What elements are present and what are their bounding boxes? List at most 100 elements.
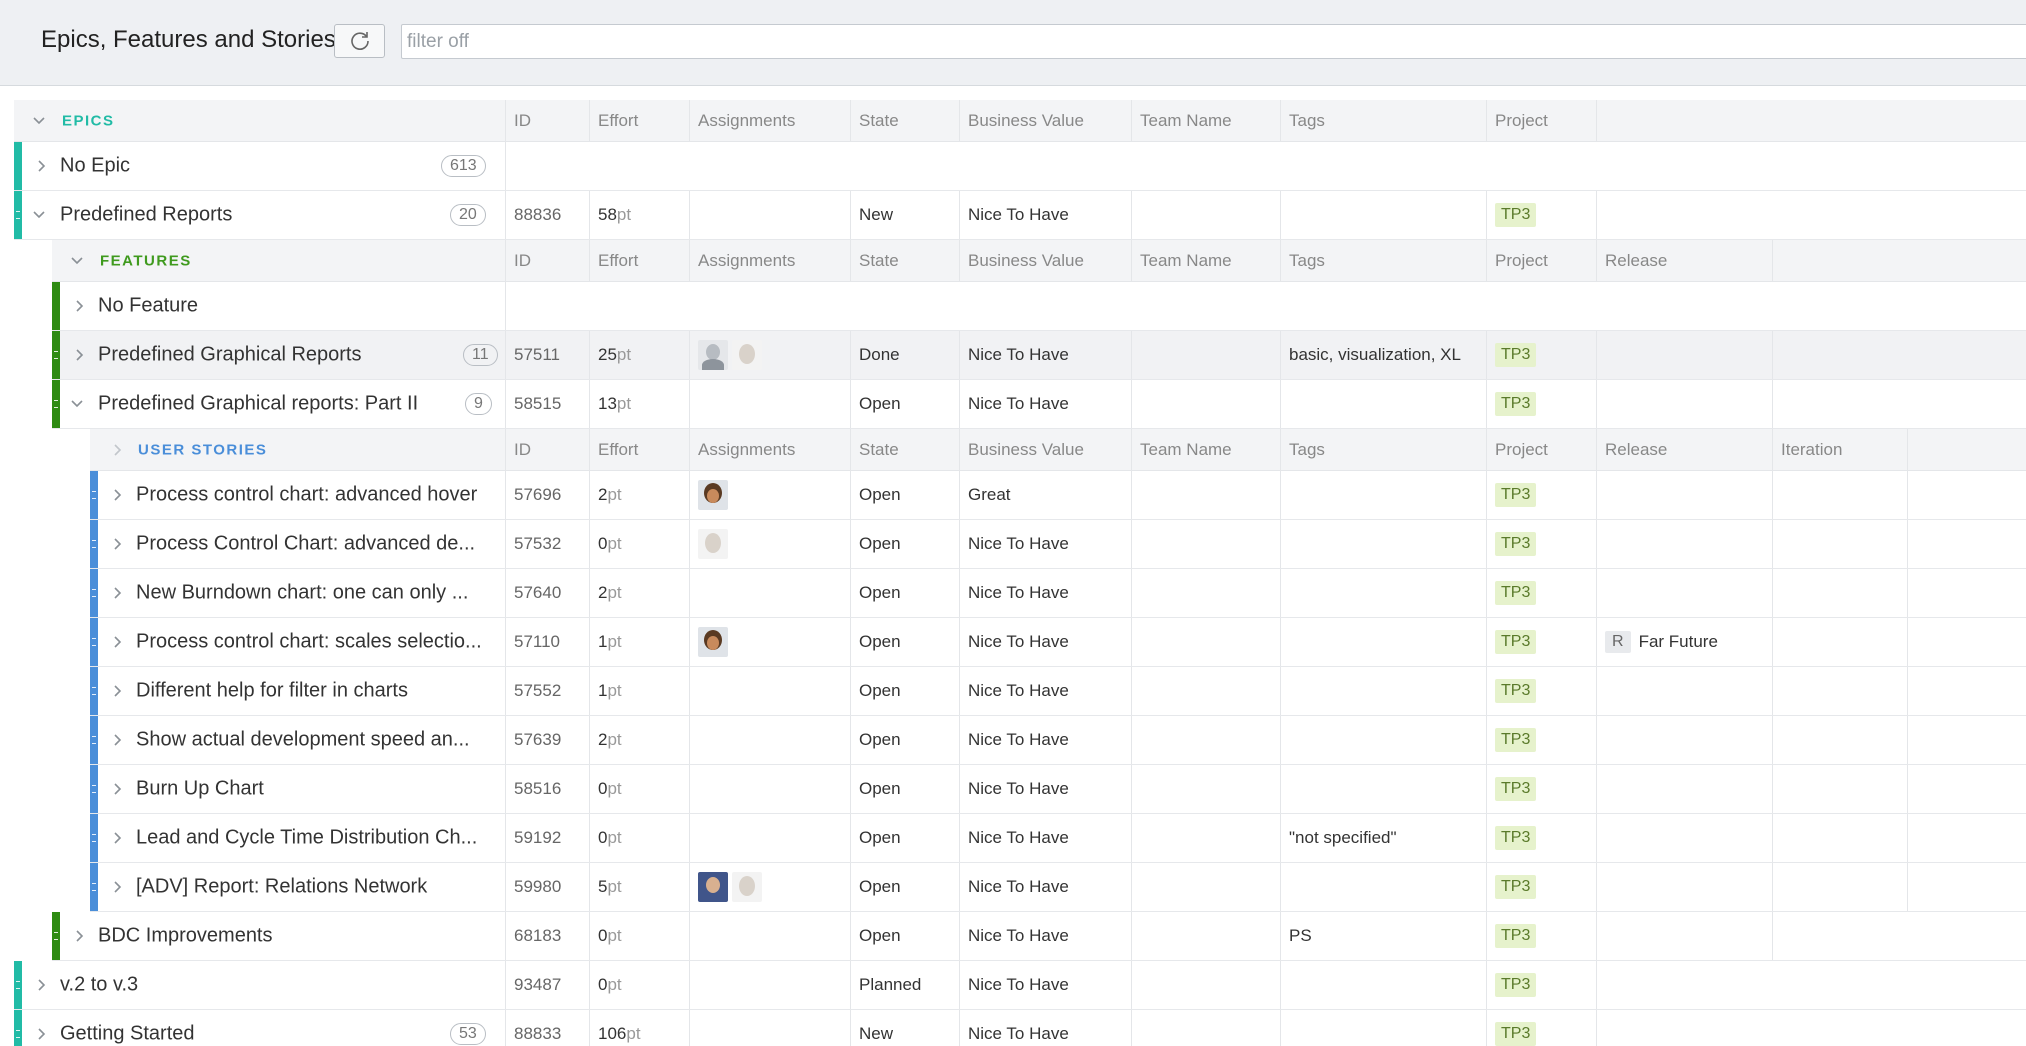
effort-cell[interactable]: 13 pt bbox=[589, 380, 689, 428]
release-cell[interactable] bbox=[1596, 380, 1772, 428]
assignments-cell[interactable] bbox=[689, 667, 850, 715]
release-cell[interactable] bbox=[1596, 471, 1772, 519]
drag-handle[interactable] bbox=[16, 981, 20, 989]
story-name[interactable]: [ADV] Report: Relations Network bbox=[136, 876, 427, 899]
chevron-down-icon[interactable] bbox=[70, 254, 84, 268]
tags-cell[interactable] bbox=[1280, 471, 1486, 519]
release-cell[interactable] bbox=[1596, 569, 1772, 617]
drag-handle[interactable] bbox=[92, 883, 96, 891]
team-name-cell[interactable] bbox=[1131, 667, 1280, 715]
story-row[interactable]: Process control chart: scales selectio..… bbox=[90, 618, 2026, 667]
release-cell[interactable] bbox=[1596, 814, 1772, 862]
col-assignments[interactable]: Assignments bbox=[689, 100, 850, 141]
release-cell[interactable] bbox=[1596, 331, 1772, 379]
tags-cell[interactable] bbox=[1280, 520, 1486, 568]
col-business-value[interactable]: Business Value bbox=[959, 429, 1131, 470]
chevron-right-icon[interactable] bbox=[72, 299, 86, 313]
assignments-cell[interactable] bbox=[689, 961, 850, 1009]
tags-cell[interactable] bbox=[1280, 191, 1486, 239]
chevron-down-icon[interactable] bbox=[32, 114, 46, 128]
chevron-right-icon[interactable] bbox=[72, 929, 86, 943]
project-cell[interactable]: TP3 bbox=[1486, 331, 1596, 379]
col-state[interactable]: State bbox=[850, 240, 959, 281]
state-cell[interactable]: Open bbox=[850, 667, 959, 715]
refresh-button[interactable] bbox=[334, 24, 385, 58]
chevron-right-icon[interactable] bbox=[110, 782, 124, 796]
state-cell[interactable]: Open bbox=[850, 618, 959, 666]
iteration-cell[interactable] bbox=[1772, 569, 1907, 617]
effort-cell[interactable]: 0 pt bbox=[589, 961, 689, 1009]
chevron-right-icon[interactable] bbox=[110, 488, 124, 502]
project-cell[interactable]: TP3 bbox=[1486, 716, 1596, 764]
col-project[interactable]: Project bbox=[1486, 100, 1596, 141]
col-team-name[interactable]: Team Name bbox=[1131, 100, 1280, 141]
state-cell[interactable]: Done bbox=[850, 331, 959, 379]
story-row[interactable]: Lead and Cycle Time Distribution Ch... 5… bbox=[90, 814, 2026, 863]
state-cell[interactable]: New bbox=[850, 1010, 959, 1046]
chevron-right-icon[interactable] bbox=[110, 880, 124, 894]
drag-handle[interactable] bbox=[54, 932, 58, 940]
feature-row[interactable]: Predefined Graphical reports: Part II 9 … bbox=[52, 380, 2026, 429]
chevron-right-icon[interactable] bbox=[72, 348, 86, 362]
chevron-right-icon[interactable] bbox=[110, 586, 124, 600]
state-cell[interactable]: Open bbox=[850, 765, 959, 813]
effort-cell[interactable]: 2 pt bbox=[589, 569, 689, 617]
business-value-cell[interactable]: Nice To Have bbox=[959, 912, 1131, 960]
team-name-cell[interactable] bbox=[1131, 618, 1280, 666]
team-name-cell[interactable] bbox=[1131, 520, 1280, 568]
col-state[interactable]: State bbox=[850, 100, 959, 141]
business-value-cell[interactable]: Nice To Have bbox=[959, 814, 1131, 862]
chevron-right-icon[interactable] bbox=[110, 831, 124, 845]
drag-handle[interactable] bbox=[16, 211, 20, 219]
assignments-cell[interactable] bbox=[689, 191, 850, 239]
release-cell[interactable] bbox=[1596, 912, 1772, 960]
chevron-right-icon[interactable] bbox=[110, 443, 124, 457]
team-name-cell[interactable] bbox=[1131, 1010, 1280, 1046]
story-name[interactable]: Different help for filter in charts bbox=[136, 680, 408, 703]
chevron-right-icon[interactable] bbox=[110, 537, 124, 551]
tags-cell[interactable]: basic, visualization, XL bbox=[1280, 331, 1486, 379]
state-cell[interactable]: Open bbox=[850, 380, 959, 428]
iteration-cell[interactable] bbox=[1772, 471, 1907, 519]
chevron-right-icon[interactable] bbox=[34, 978, 48, 992]
chevron-down-icon[interactable] bbox=[70, 397, 84, 411]
drag-handle[interactable] bbox=[92, 589, 96, 597]
tags-cell[interactable] bbox=[1280, 716, 1486, 764]
epic-row[interactable]: No Epic 613 bbox=[14, 142, 2026, 191]
team-name-cell[interactable] bbox=[1131, 814, 1280, 862]
story-row[interactable]: Process Control Chart: advanced de... 57… bbox=[90, 520, 2026, 569]
col-business-value[interactable]: Business Value bbox=[959, 240, 1131, 281]
avatar[interactable] bbox=[698, 872, 728, 902]
effort-cell[interactable]: 0 pt bbox=[589, 520, 689, 568]
col-id[interactable]: ID bbox=[505, 240, 589, 281]
tags-cell[interactable] bbox=[1280, 667, 1486, 715]
epic-name[interactable]: v.2 to v.3 bbox=[60, 974, 138, 997]
team-name-cell[interactable] bbox=[1131, 331, 1280, 379]
chevron-right-icon[interactable] bbox=[34, 159, 48, 173]
project-cell[interactable]: TP3 bbox=[1486, 1010, 1596, 1046]
col-id[interactable]: ID bbox=[505, 100, 589, 141]
project-cell[interactable]: TP3 bbox=[1486, 618, 1596, 666]
team-name-cell[interactable] bbox=[1131, 765, 1280, 813]
project-cell[interactable]: TP3 bbox=[1486, 380, 1596, 428]
release-cell[interactable] bbox=[1596, 716, 1772, 764]
team-name-cell[interactable] bbox=[1131, 380, 1280, 428]
assignments-cell[interactable] bbox=[689, 765, 850, 813]
drag-handle[interactable] bbox=[16, 1030, 20, 1038]
col-business-value[interactable]: Business Value bbox=[959, 100, 1131, 141]
iteration-cell[interactable] bbox=[1772, 863, 1907, 911]
col-team-name[interactable]: Team Name bbox=[1131, 429, 1280, 470]
col-iteration[interactable]: Iteration bbox=[1772, 429, 1907, 470]
effort-cell[interactable]: 106 pt bbox=[589, 1010, 689, 1046]
state-cell[interactable]: New bbox=[850, 191, 959, 239]
assignments-cell[interactable] bbox=[689, 569, 850, 617]
state-cell[interactable]: Open bbox=[850, 814, 959, 862]
avatar[interactable] bbox=[732, 872, 762, 902]
effort-cell[interactable]: 0 pt bbox=[589, 765, 689, 813]
col-state[interactable]: State bbox=[850, 429, 959, 470]
story-name[interactable]: Process control chart: scales selectio..… bbox=[136, 631, 482, 654]
business-value-cell[interactable]: Nice To Have bbox=[959, 716, 1131, 764]
col-tags[interactable]: Tags bbox=[1280, 429, 1486, 470]
project-cell[interactable]: TP3 bbox=[1486, 520, 1596, 568]
feature-name[interactable]: BDC Improvements bbox=[98, 925, 273, 948]
